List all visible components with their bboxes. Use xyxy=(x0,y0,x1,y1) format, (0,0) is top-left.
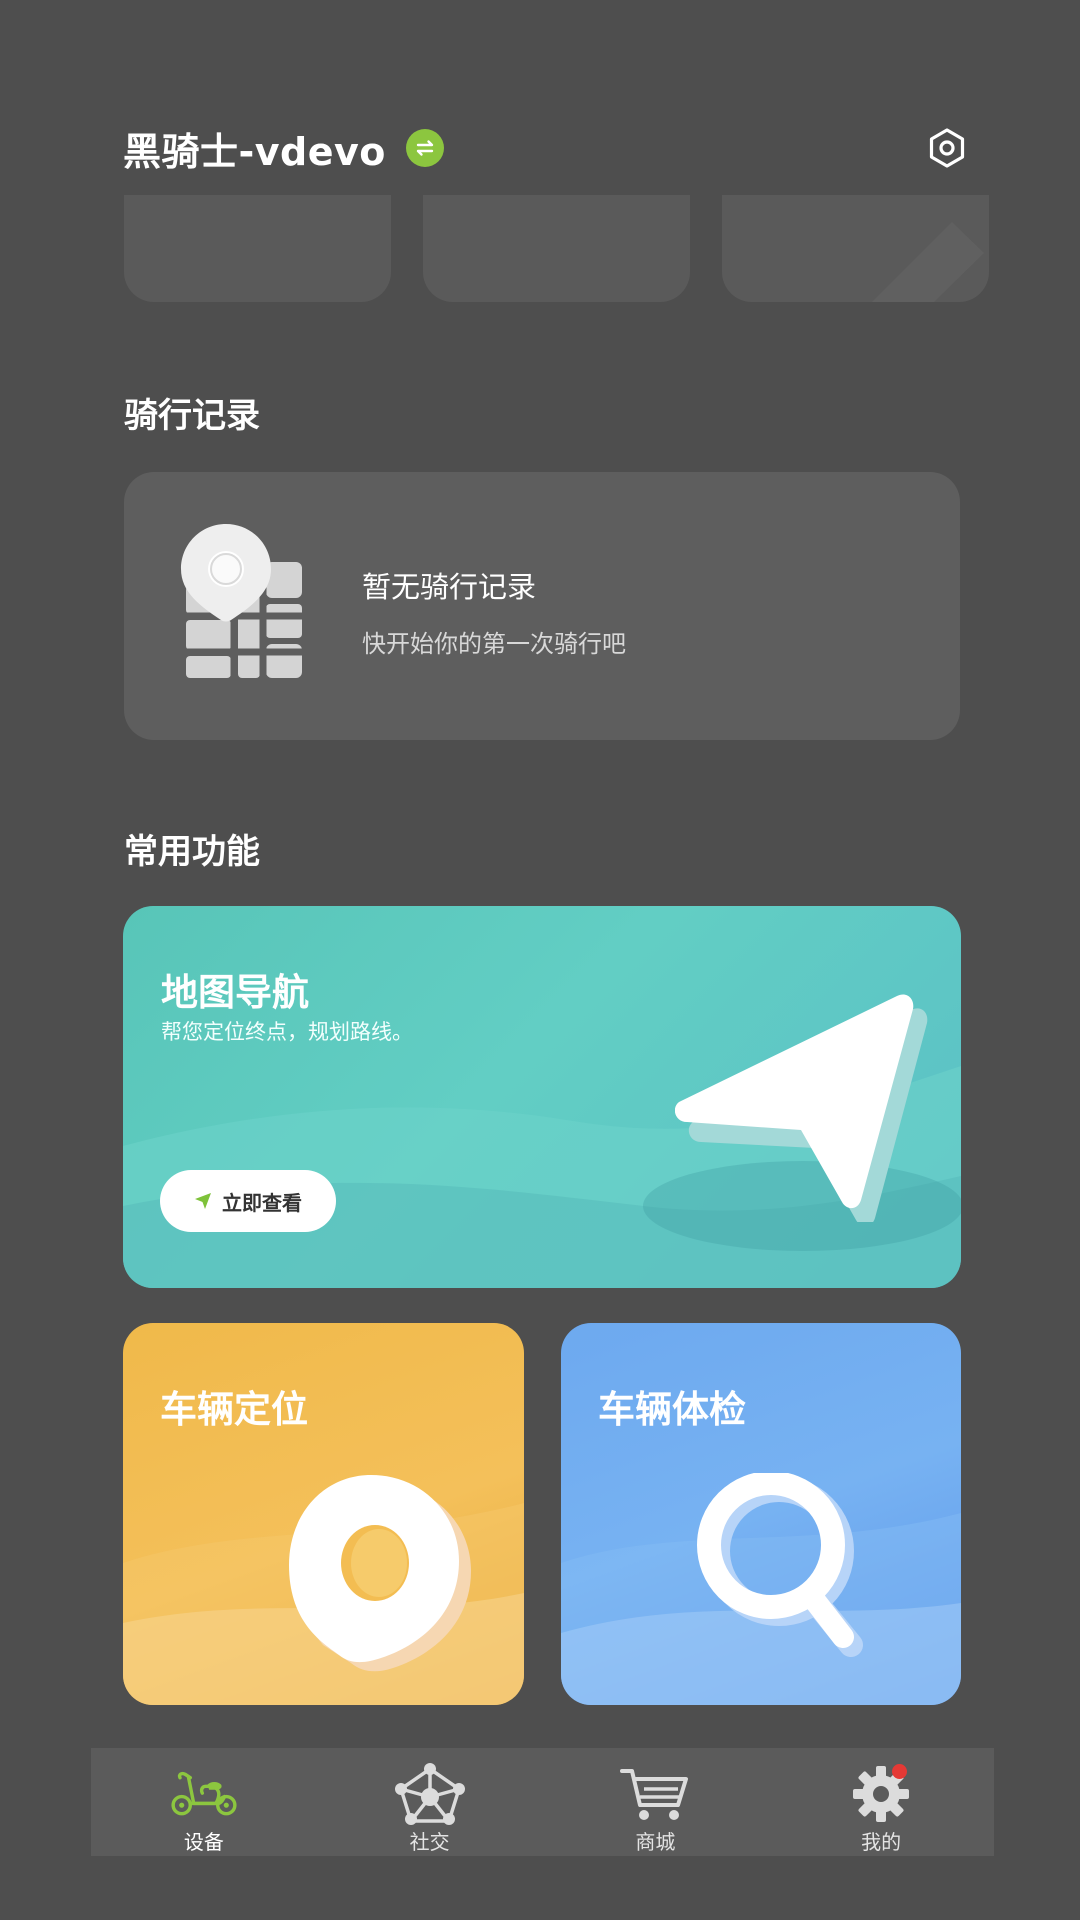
network-icon xyxy=(394,1763,466,1825)
tab-device[interactable]: 设备 xyxy=(91,1748,317,1856)
empty-ride-title: 暂无骑行记录 xyxy=(362,570,537,604)
tab-mall-label: 商城 xyxy=(635,1830,676,1854)
empty-ride-subtitle: 快开始你的第一次骑行吧 xyxy=(362,630,626,658)
navigation-arrow-icon xyxy=(675,994,928,1222)
vehicle-check-title: 车辆体检 xyxy=(598,1388,746,1431)
quick-card[interactable] xyxy=(124,195,391,302)
tab-mine-label: 我的 xyxy=(861,1830,902,1854)
tab-device-label: 设备 xyxy=(183,1830,224,1854)
quick-card[interactable] xyxy=(722,195,989,302)
view-now-button[interactable]: 立即查看 xyxy=(160,1170,336,1232)
scooter-icon xyxy=(168,1764,240,1824)
map-navigation-subtitle: 帮您定位终点，规划路线。 xyxy=(161,1020,413,1044)
quick-card[interactable] xyxy=(423,195,690,302)
ride-records-card[interactable]: 暂无骑行记录 快开始你的第一次骑行吧 xyxy=(124,472,960,740)
cart-icon xyxy=(619,1764,691,1824)
vehicle-check-card[interactable]: 车辆体检 xyxy=(561,1323,961,1705)
ride-records-title: 骑行记录 xyxy=(124,396,260,436)
hexagon-settings-icon[interactable] xyxy=(924,125,970,171)
map-pin-icon xyxy=(176,524,316,684)
swap-icon[interactable] xyxy=(405,129,444,167)
header: 黑骑士-vdevo xyxy=(123,118,970,178)
quick-cards-row xyxy=(124,195,990,302)
map-navigation-card[interactable]: 地图导航 帮您定位终点，规划路线。 立即查看 xyxy=(123,906,961,1288)
view-now-label: 立即查看 xyxy=(222,1190,302,1215)
location-pin-icon xyxy=(289,1475,471,1672)
tab-social-label: 社交 xyxy=(409,1830,450,1854)
bottom-tab-bar: 设备 社交 商城 我的 xyxy=(91,1748,994,1856)
tab-social[interactable]: 社交 xyxy=(317,1748,543,1856)
tab-mall[interactable]: 商城 xyxy=(543,1748,769,1856)
features-title: 常用功能 xyxy=(124,832,260,872)
map-navigation-title: 地图导航 xyxy=(161,971,309,1014)
device-name[interactable]: 黑骑士-vdevo xyxy=(123,121,386,176)
gear-icon xyxy=(845,1764,917,1824)
vehicle-location-card[interactable]: 车辆定位 xyxy=(123,1323,524,1705)
send-arrow-icon xyxy=(194,1192,212,1210)
vehicle-location-title: 车辆定位 xyxy=(160,1388,308,1431)
magnifier-icon xyxy=(697,1473,863,1657)
device-selector[interactable]: 黑骑士-vdevo xyxy=(123,121,444,176)
tab-mine[interactable]: 我的 xyxy=(768,1748,994,1856)
